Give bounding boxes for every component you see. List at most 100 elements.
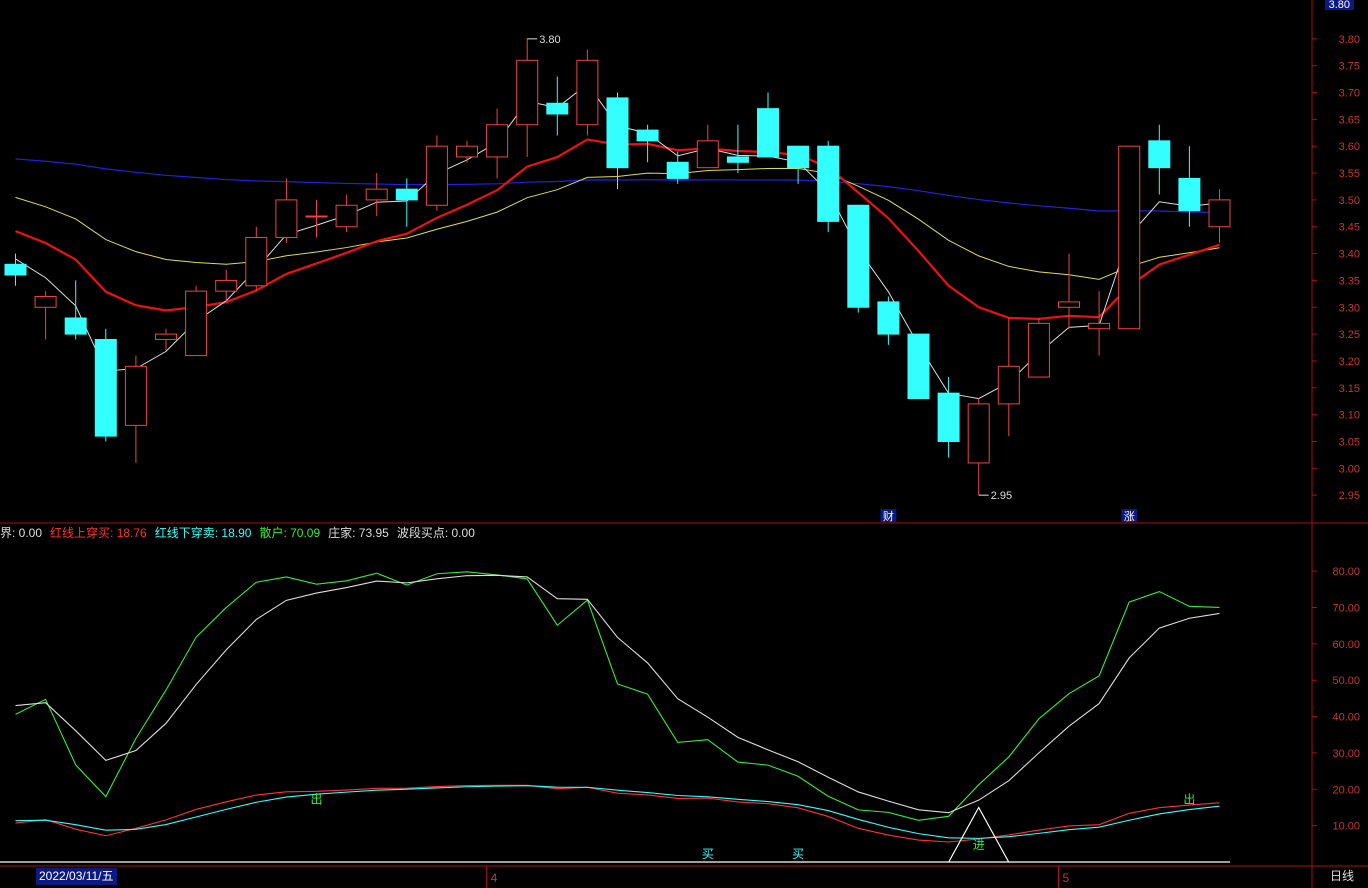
candle-body	[215, 279, 238, 292]
candle	[726, 124, 749, 174]
candle	[124, 355, 147, 463]
candle	[335, 194, 358, 233]
candle-body	[124, 365, 147, 426]
candle	[546, 76, 569, 136]
candle	[817, 140, 840, 233]
candle-body	[516, 59, 539, 126]
candle-body	[877, 301, 900, 335]
candle-body	[847, 204, 870, 308]
candle-body	[937, 392, 960, 442]
candle-body	[757, 108, 779, 158]
candle	[275, 178, 298, 243]
candle-body	[486, 124, 509, 158]
candle	[967, 398, 990, 496]
candle	[696, 124, 719, 169]
legend-item: 红线上穿买: 18.76	[50, 526, 147, 540]
retail-line	[15, 571, 1220, 821]
candle	[937, 377, 960, 458]
candle	[787, 145, 810, 184]
cursor-date: 2022/03/11/五	[36, 868, 117, 885]
dealer-line	[15, 574, 1220, 814]
candle-body	[1178, 177, 1201, 212]
indicator-legend: 界: 0.00 红线上穿买: 18.76 红线下穿卖: 18.90 散户: 70.09…	[0, 524, 483, 542]
candle-body	[1058, 301, 1080, 308]
candle-body	[636, 129, 659, 142]
candle-body	[34, 296, 57, 308]
low-label: 2.95	[991, 490, 1012, 502]
wave-buy-triangle	[948, 806, 1010, 863]
candle	[64, 280, 87, 340]
price-marker-label: 财	[883, 509, 894, 523]
candle	[34, 291, 57, 340]
month-label: 5	[1063, 871, 1070, 885]
candle	[245, 226, 268, 292]
candle-body	[365, 188, 388, 201]
indicator-tick-label: 10.00	[1332, 821, 1360, 833]
candle	[757, 92, 779, 158]
candle	[1208, 189, 1231, 243]
candle	[1148, 124, 1171, 195]
price-tick-label: 3.80	[1339, 34, 1360, 46]
candle-body	[787, 145, 810, 169]
price-tick-label: 3.05	[1339, 436, 1360, 448]
candle	[847, 204, 870, 313]
indicator-tick-label: 80.00	[1332, 566, 1360, 578]
period-label[interactable]: 日线	[1330, 868, 1354, 885]
price-tick-label: 3.65	[1339, 114, 1360, 126]
candle-body	[456, 145, 478, 158]
candle	[1178, 146, 1201, 227]
candle-body	[335, 204, 358, 228]
candle	[877, 296, 900, 345]
candle	[215, 269, 238, 302]
candle	[1088, 291, 1111, 356]
indicator-signal-label: 买	[702, 847, 714, 861]
indicator-signal-label: 买	[792, 847, 804, 861]
candle	[907, 333, 930, 400]
candle	[576, 49, 599, 136]
price-tick-label: 3.15	[1339, 383, 1360, 395]
candle	[185, 285, 208, 357]
candle	[1118, 145, 1141, 330]
indicator-tick-label: 30.00	[1332, 748, 1360, 760]
stock-chart[interactable]: 2.95 3.00 3.05 3.10 3.15 3.20 3.25 3.30 3.35 3.40…	[0, 0, 1368, 888]
indicator-tick-label: 50.00	[1332, 675, 1360, 687]
candle-body	[1088, 322, 1111, 330]
candle	[425, 135, 448, 211]
price-tick-label: 3.45	[1339, 222, 1360, 234]
month-label: 4	[491, 871, 498, 885]
candle	[606, 92, 629, 190]
price-tick-label: 2.95	[1339, 490, 1360, 502]
candle	[305, 199, 328, 238]
candle	[395, 178, 418, 227]
price-marker-label: 涨	[1124, 510, 1135, 523]
candle	[365, 173, 388, 216]
candle-body	[696, 140, 719, 169]
candle-body	[546, 102, 569, 115]
candle-body	[997, 365, 1020, 405]
indicator-tick-label: 20.00	[1332, 784, 1360, 796]
candle-body	[94, 338, 117, 437]
candle-body	[425, 145, 448, 206]
legend-item: 界: 0.00	[0, 526, 43, 540]
legend-item: 红线下穿卖: 18.90	[154, 526, 252, 540]
candle-body	[1027, 322, 1050, 378]
high-label: 3.80	[539, 34, 560, 46]
candle-body	[245, 236, 268, 287]
candle-body	[4, 263, 27, 276]
candle	[666, 151, 689, 184]
price-tick-label: 3.30	[1339, 302, 1360, 314]
price-tick-label: 3.10	[1339, 410, 1360, 422]
candle-body	[395, 188, 418, 201]
candle	[4, 253, 27, 286]
legend-item: 庄家: 73.95	[328, 526, 389, 540]
candle	[997, 318, 1020, 437]
candle-body	[155, 333, 177, 340]
candle-body	[275, 199, 298, 238]
price-tick-label: 3.70	[1339, 88, 1360, 100]
price-tick-label: 3.35	[1339, 275, 1360, 287]
indicator-tick-label: 70.00	[1332, 602, 1360, 614]
candle-body	[967, 403, 990, 464]
price-tick-label: 3.60	[1339, 141, 1360, 153]
candle-body	[64, 317, 87, 335]
indicator-tick-label: 40.00	[1332, 712, 1360, 724]
